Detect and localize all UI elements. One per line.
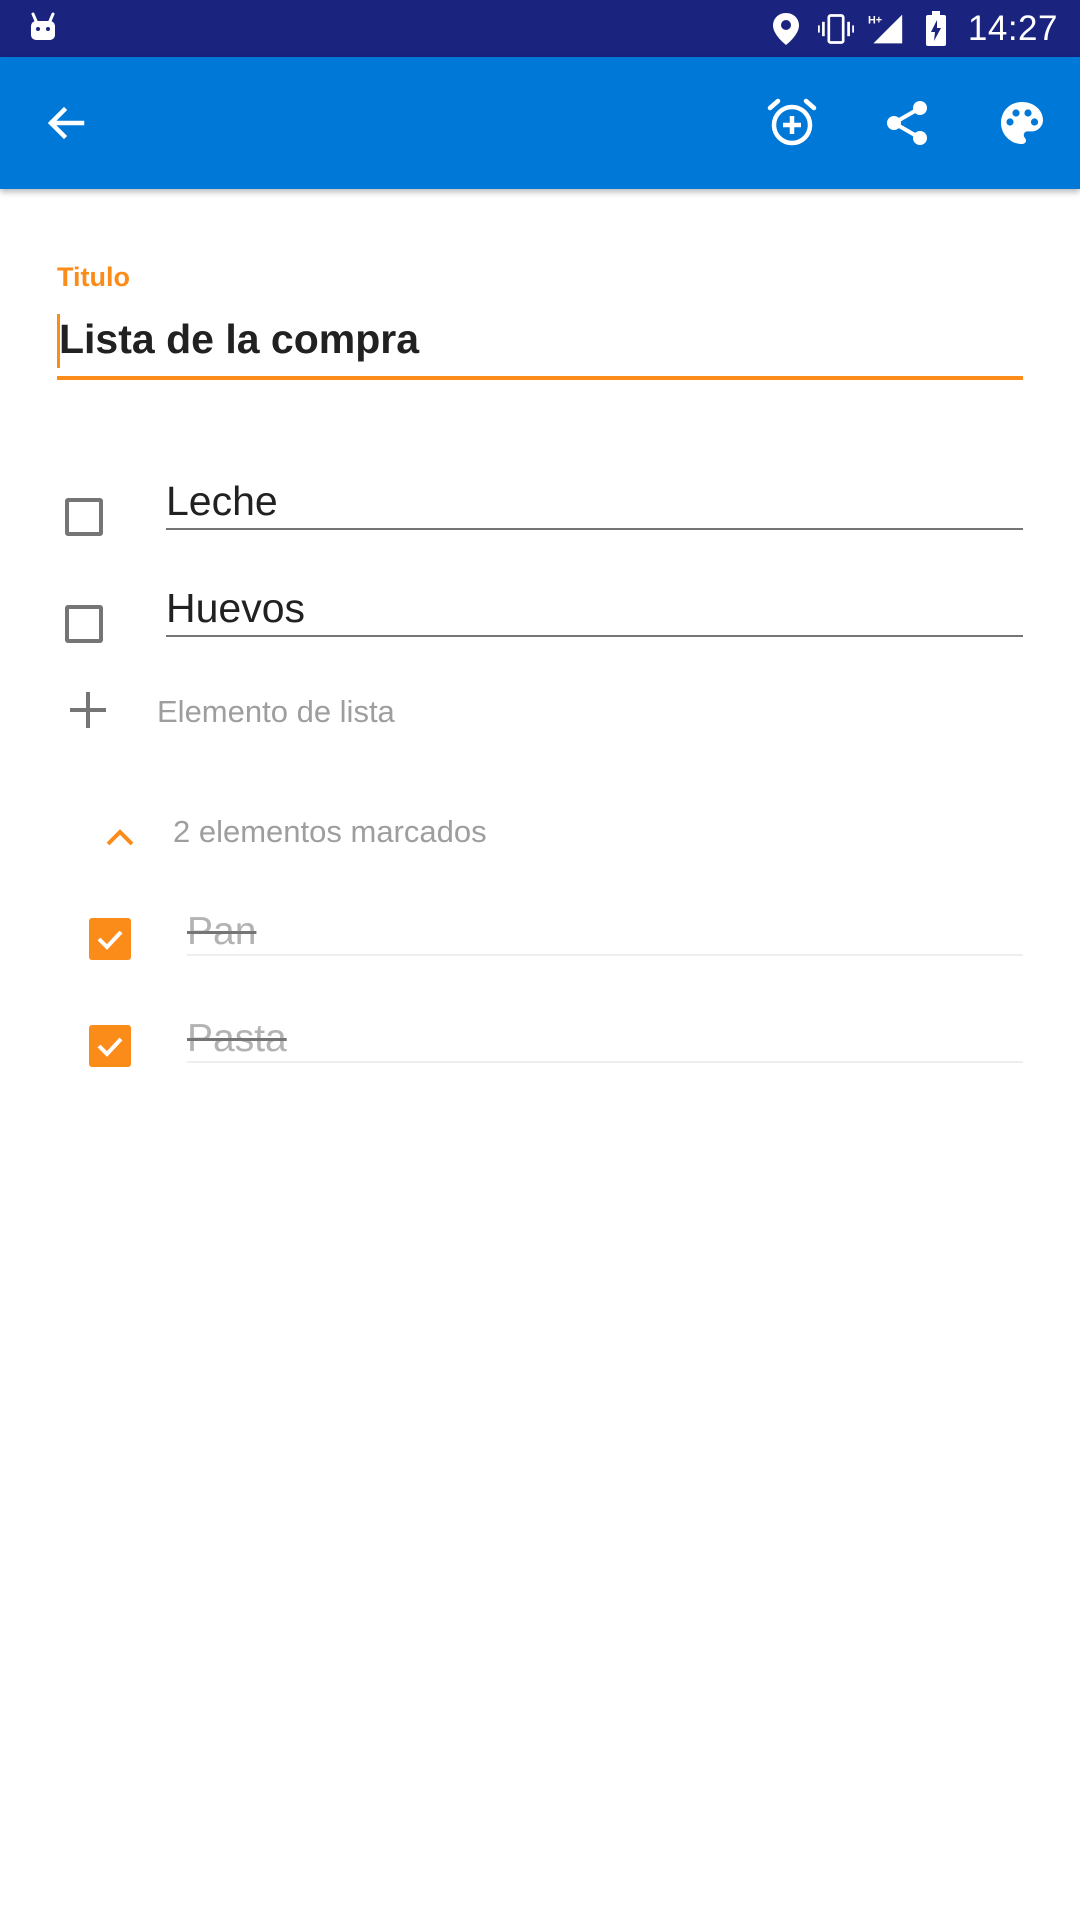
color-palette-button[interactable] — [986, 87, 1058, 159]
add-item-placeholder[interactable]: Elemento de lista — [157, 694, 395, 730]
checked-items-toggle[interactable]: 2 elementos marcados — [0, 800, 1080, 860]
item-checkbox[interactable] — [65, 605, 103, 643]
checked-item-text-field[interactable]: Pan — [187, 898, 1023, 956]
item-checkbox-checked[interactable] — [89, 918, 131, 960]
battery-charging-icon — [918, 10, 954, 47]
checkmark-icon — [97, 1037, 123, 1057]
checked-item-text: Pasta — [187, 1017, 287, 1060]
svg-text:H+: H+ — [868, 14, 882, 26]
signal-icon: H+ — [868, 11, 904, 47]
back-arrow-icon — [47, 106, 85, 140]
status-time: 14:27 — [967, 8, 1058, 48]
add-reminder-button[interactable] — [756, 87, 828, 159]
app-bar — [0, 57, 1080, 189]
status-icons: H+ 14:27 — [754, 0, 1058, 57]
title-field-label: Titulo — [57, 262, 130, 292]
checkmark-icon — [97, 930, 123, 950]
checked-items-count: 2 elementos marcados — [173, 814, 487, 849]
status-bar: H+ 14:27 — [0, 0, 1080, 57]
add-alarm-icon — [767, 98, 817, 146]
item-checkbox[interactable] — [65, 498, 103, 536]
title-input[interactable]: Lista de la compra — [57, 310, 1023, 380]
vibrate-icon — [817, 11, 854, 47]
checked-list-item: Pan — [0, 898, 1080, 998]
plus-icon — [70, 692, 106, 728]
item-text-field[interactable]: Huevos — [166, 577, 1023, 637]
add-list-item-row[interactable]: Elemento de lista — [0, 680, 1080, 740]
item-checkbox-checked[interactable] — [89, 1025, 131, 1067]
checked-item-text-field[interactable]: Pasta — [187, 1005, 1023, 1063]
share-button[interactable] — [871, 87, 943, 159]
item-text: Leche — [166, 478, 278, 524]
list-item: Leche — [0, 470, 1080, 570]
share-icon — [887, 101, 927, 145]
android-notification-icon — [28, 12, 58, 42]
checked-list-item: Pasta — [0, 1005, 1080, 1105]
item-text-field[interactable]: Leche — [166, 470, 1023, 530]
title-input-value: Lista de la compra — [59, 316, 420, 362]
location-icon — [768, 11, 804, 47]
item-text: Huevos — [166, 585, 306, 631]
list-item: Huevos — [0, 577, 1080, 677]
chevron-up-icon — [106, 829, 134, 846]
back-button[interactable] — [30, 87, 102, 159]
palette-icon — [1001, 102, 1043, 144]
checked-item-text: Pan — [187, 910, 257, 953]
